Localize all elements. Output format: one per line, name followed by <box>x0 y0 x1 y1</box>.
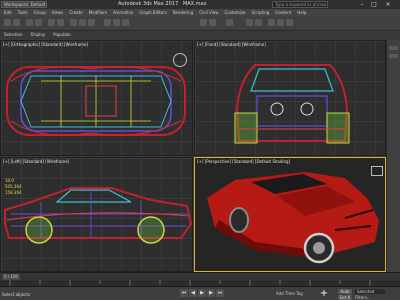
car-wireframe-side <box>4 187 192 244</box>
panel-tab-icon[interactable] <box>389 46 398 50</box>
key-filter-dropdown[interactable]: Selected <box>355 289 385 294</box>
scale-icon[interactable] <box>88 19 95 26</box>
minimize-icon[interactable]: – <box>357 1 367 8</box>
rotate-icon[interactable] <box>79 19 86 26</box>
menu-civil-view[interactable]: Civil View <box>199 9 218 16</box>
go-end-icon[interactable]: ⏭ <box>216 289 224 297</box>
car-shaded-render <box>207 172 379 264</box>
car-wireframe-front <box>234 64 350 144</box>
material-editor-icon[interactable] <box>255 19 262 26</box>
menu-scripting[interactable]: Scripting <box>252 9 270 16</box>
close-icon[interactable]: × <box>383 1 393 8</box>
viewport-orthographic[interactable]: [+] [Orthographic] [Standard] [Wireframe… <box>0 40 193 156</box>
viewport-label-front[interactable]: [+] [Front] [Standard] [Wireframe] <box>197 42 266 47</box>
auto-key-button[interactable]: Auto <box>338 289 352 294</box>
percent-snap-icon[interactable] <box>122 19 129 26</box>
panel-tab-icon[interactable] <box>389 54 398 58</box>
move-icon[interactable] <box>70 19 77 26</box>
tab-selection[interactable]: Selection <box>4 31 22 39</box>
next-frame-icon[interactable]: ▶ <box>207 289 215 297</box>
filters-button[interactable]: Filters... <box>355 295 383 300</box>
set-key-button[interactable]: Set K <box>338 295 352 300</box>
selection-status: Select objects <box>2 292 31 297</box>
tab-display[interactable]: Display <box>30 31 45 39</box>
status-bar: Select objects ⏮ ◀ ▶ ▶ ⏭ Add Time Tag + … <box>0 286 400 300</box>
menu-animation[interactable]: Animation <box>113 9 133 16</box>
select-region-icon[interactable] <box>57 19 64 26</box>
add-time-tag[interactable]: Add Time Tag <box>276 291 303 296</box>
menu-rendering[interactable]: Rendering <box>173 9 193 16</box>
select-icon[interactable] <box>48 19 55 26</box>
viewport-label-perspective[interactable]: [+] [Perspective] [Standard] [Default Sh… <box>197 159 290 164</box>
file-name: MAX.max <box>182 1 207 7</box>
curve-editor-icon[interactable] <box>246 19 253 26</box>
render-icon[interactable] <box>277 19 284 26</box>
menu-content[interactable]: Content <box>275 9 291 16</box>
viewport-left[interactable]: [+] [Left] [Standard] [Wireframe] 10.0 5… <box>0 157 193 272</box>
align-icon[interactable] <box>209 19 216 26</box>
menu-create[interactable]: Create <box>69 9 82 16</box>
render-frame-icon[interactable] <box>286 19 293 26</box>
unlink-icon[interactable] <box>35 19 42 26</box>
app-title-text: Autodesk 3ds Max 2017 <box>118 1 179 7</box>
viewport-front[interactable]: [+] [Front] [Standard] [Wireframe] <box>194 40 386 156</box>
app-title: Autodesk 3ds Max 2017 MAX.max <box>118 1 207 8</box>
viewport-label-left[interactable]: [+] [Left] [Standard] [Wireframe] <box>3 159 69 164</box>
menu-edit[interactable]: Edit <box>4 9 12 16</box>
menu-customize[interactable]: Customize <box>225 9 246 16</box>
title-bar: Workspaces: Default Autodesk 3ds Max 201… <box>0 0 400 9</box>
workspace-dropdown[interactable]: Workspaces: Default <box>1 1 47 8</box>
viewport-stats: 10.0 505.364 158.364 <box>5 178 22 196</box>
viewport-perspective[interactable]: [+] [Perspective] [Standard] [Default Sh… <box>194 157 386 272</box>
layer-icon[interactable] <box>226 19 233 26</box>
ribbon-tabs: Selection Display Populate <box>0 31 400 39</box>
menu-tools[interactable]: Tools <box>18 9 28 16</box>
menu-views[interactable]: Views <box>52 9 64 16</box>
menu-graph-editors[interactable]: Graph Editors <box>139 9 166 16</box>
main-toolbar <box>0 16 400 31</box>
angle-snap-icon[interactable] <box>113 19 120 26</box>
menu-modifiers[interactable]: Modifiers <box>89 9 107 16</box>
tab-populate[interactable]: Populate <box>53 31 70 39</box>
stat-value-3: 158.364 <box>5 190 22 195</box>
add-icon[interactable]: + <box>318 289 330 299</box>
mirror-icon[interactable] <box>200 19 207 26</box>
viewcube-icon[interactable] <box>371 166 383 176</box>
viewcube-icon[interactable] <box>173 53 187 67</box>
time-slider[interactable]: 0 / 100 <box>0 272 400 280</box>
search-input[interactable]: Type a keyword or phrase <box>272 1 328 8</box>
car-wireframe-top <box>6 66 186 136</box>
command-panel-strip[interactable] <box>386 40 400 272</box>
viewport-label-orthographic[interactable]: [+] [Orthographic] [Standard] [Wireframe… <box>3 42 88 47</box>
menu-group[interactable]: Group <box>34 9 46 16</box>
menu-help[interactable]: Help <box>297 9 306 16</box>
play-icon[interactable]: ▶ <box>198 289 206 297</box>
render-setup-icon[interactable] <box>268 19 275 26</box>
redo-icon[interactable] <box>13 19 20 26</box>
maximize-icon[interactable]: □ <box>369 1 379 8</box>
menu-bar: Edit Tools Group Views Create Modifiers … <box>0 9 400 16</box>
undo-icon[interactable] <box>4 19 11 26</box>
prev-frame-icon[interactable]: ◀ <box>189 289 197 297</box>
go-start-icon[interactable]: ⏮ <box>180 289 188 297</box>
link-icon[interactable] <box>26 19 33 26</box>
snap-icon[interactable] <box>104 19 111 26</box>
